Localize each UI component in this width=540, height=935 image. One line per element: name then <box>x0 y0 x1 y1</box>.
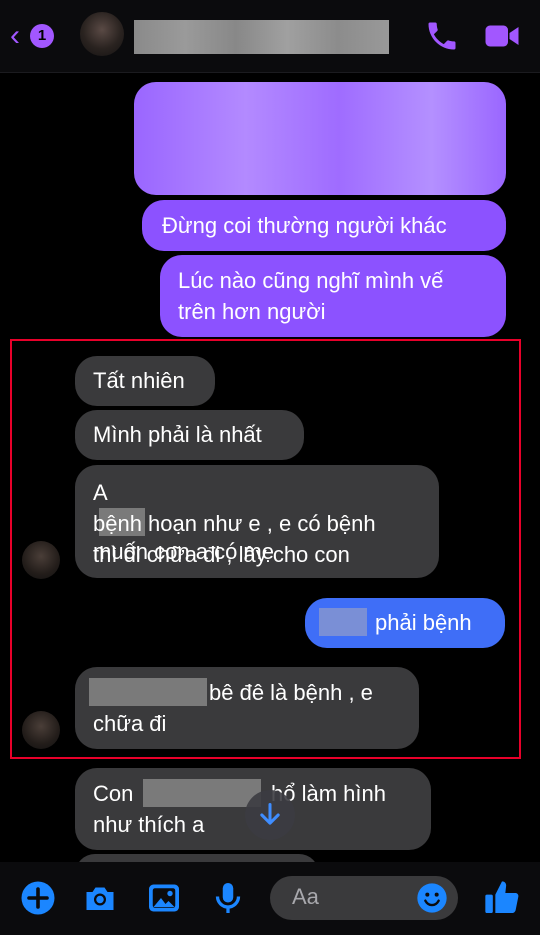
redacted-name <box>319 608 367 636</box>
conversation-header: ‹ 1 <box>0 0 540 73</box>
message-text-line-2: bệnh hoạn như e , e có bệnh <box>93 511 376 536</box>
back-button[interactable]: ‹ 1 <box>10 20 58 52</box>
chevron-left-icon: ‹ <box>10 19 20 52</box>
contact-name-redacted[interactable] <box>134 20 389 54</box>
outgoing-message-redacted[interactable] <box>134 82 506 195</box>
plus-icon[interactable] <box>20 880 56 916</box>
message-text-line-1: Lúc nào cũng nghĩ mình vế <box>178 268 444 293</box>
incoming-message[interactable]: Amuốn con a có mẹ bệnh hoạn như e , e có… <box>75 465 439 578</box>
message-text-line-2: như thích a <box>93 812 205 837</box>
thumbs-up-icon[interactable] <box>482 878 522 918</box>
outgoing-message[interactable]: Lúc nào cũng nghĩ mình vế trên hơn người <box>160 255 506 337</box>
message-text-line-2: chữa đi <box>93 711 167 736</box>
sender-avatar[interactable] <box>22 541 60 579</box>
emoji-icon[interactable] <box>416 882 448 914</box>
message-text-line-3: thì đi chữa đi , lây cho con <box>93 542 350 567</box>
message-text: Tất nhiên <box>93 368 185 393</box>
sender-avatar[interactable] <box>22 711 60 749</box>
video-camera-icon[interactable] <box>484 18 520 54</box>
incoming-message[interactable]: Mình phải là nhất <box>75 410 304 460</box>
redacted-name <box>89 678 207 706</box>
message-composer: Aa <box>0 862 540 935</box>
image-icon[interactable] <box>146 880 182 916</box>
message-text-line-1: bê đê là bệnh , e <box>209 680 373 705</box>
incoming-message[interactable]: Tất nhiên <box>75 356 215 406</box>
message-text: A <box>93 480 108 505</box>
message-input-placeholder: Aa <box>292 884 319 909</box>
message-input[interactable]: Aa <box>270 876 458 920</box>
message-text-line-2: trên hơn người <box>178 299 326 324</box>
camera-icon[interactable] <box>82 880 118 916</box>
message-text: phải bệnh <box>375 610 472 635</box>
redacted-name <box>143 779 261 807</box>
message-text-line-1-start: Con <box>93 781 134 806</box>
arrow-down-icon <box>260 802 280 825</box>
scroll-to-bottom-button[interactable] <box>245 790 295 840</box>
outgoing-message[interactable]: Đừng coi thường người khác <box>142 200 506 251</box>
contact-avatar[interactable] <box>80 12 124 56</box>
phone-icon[interactable] <box>424 18 460 54</box>
unread-count-badge: 1 <box>30 24 54 48</box>
incoming-message[interactable]: bê đê là bệnh , e chữa đi <box>75 667 419 749</box>
message-text: Mình phải là nhất <box>93 422 262 447</box>
message-text: Đừng coi thường người khác <box>162 213 447 238</box>
outgoing-message[interactable]: phải bệnh <box>305 598 505 648</box>
microphone-icon[interactable] <box>210 880 246 916</box>
